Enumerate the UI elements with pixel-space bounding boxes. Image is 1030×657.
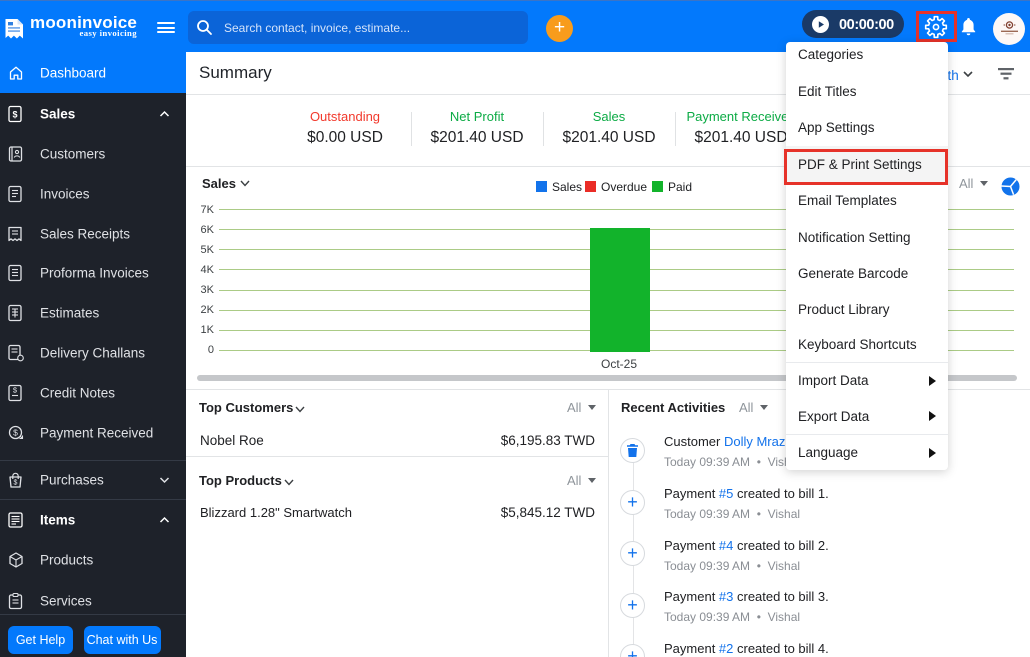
- svg-text:$: $: [14, 479, 18, 486]
- svg-text:$: $: [12, 109, 17, 119]
- svg-text:$: $: [13, 427, 18, 437]
- svg-text:$: $: [13, 385, 18, 394]
